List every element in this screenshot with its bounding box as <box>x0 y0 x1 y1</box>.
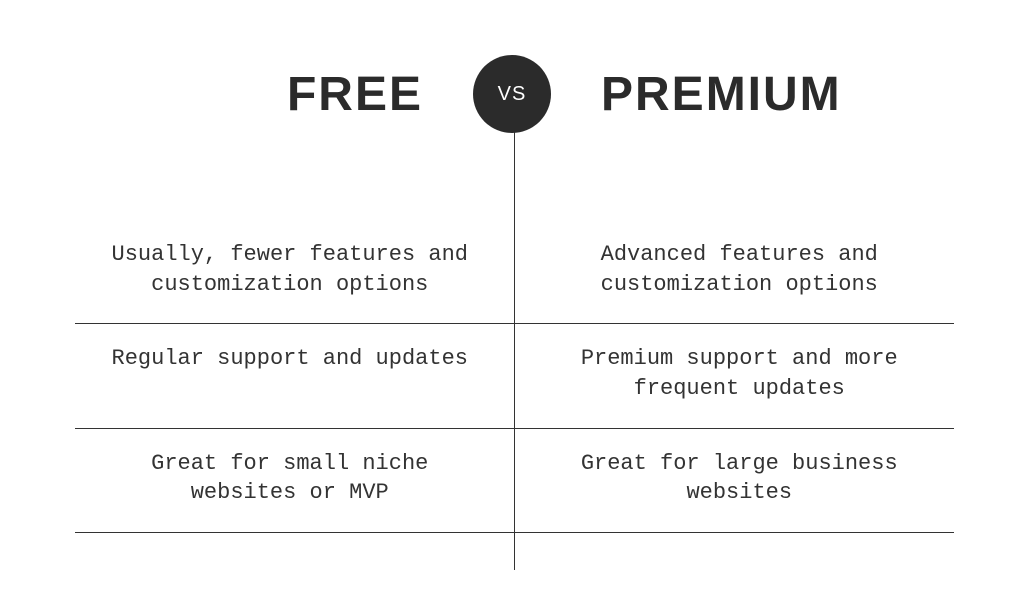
free-cell: Usually, fewer features and customizatio… <box>75 220 515 323</box>
comparison-header: FREE VS PREMIUM <box>0 55 1024 133</box>
free-cell: Regular support and updates <box>75 324 515 427</box>
free-cell: Great for small niche websites or MVP <box>75 429 515 532</box>
premium-cell: Great for large business websites <box>515 429 955 532</box>
premium-cell: Premium support and more frequent update… <box>515 324 955 427</box>
vertical-divider <box>514 120 515 570</box>
header-premium-title: PREMIUM <box>551 67 891 122</box>
vs-badge: VS <box>473 55 551 133</box>
premium-cell: Advanced features and customization opti… <box>515 220 955 323</box>
header-free-title: FREE <box>133 67 473 122</box>
